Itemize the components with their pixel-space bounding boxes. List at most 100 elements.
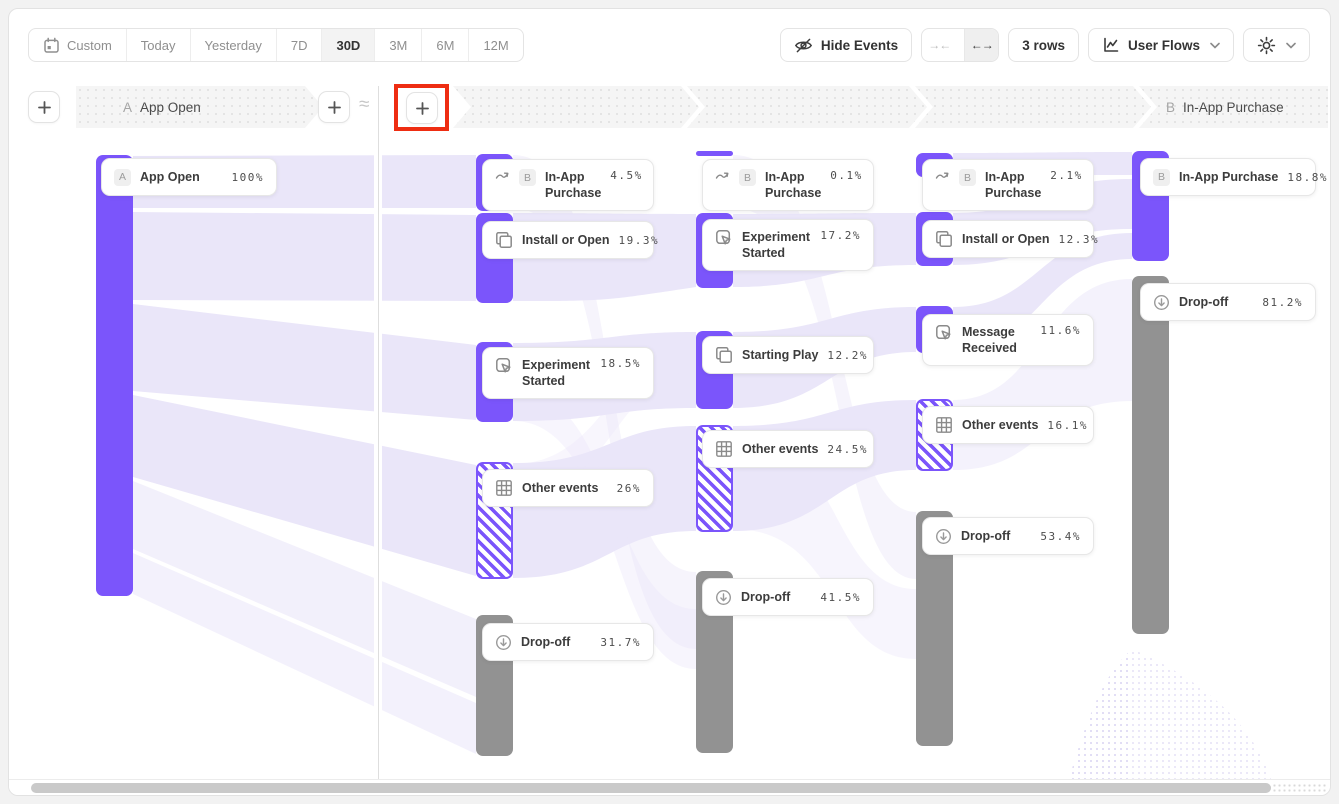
date-range-7d[interactable]: 7D — [277, 29, 323, 61]
flow-node-in-app-purchase[interactable]: BIn-App Purchase0.1% — [702, 159, 874, 211]
add-step-before-button[interactable] — [28, 91, 60, 123]
node-value: 4.5% — [610, 169, 643, 182]
flow-node-experiment-started[interactable]: Experiment Started17.2% — [702, 219, 874, 271]
flow-node-drop-off[interactable]: Drop-off81.2% — [1140, 283, 1316, 321]
node-label: In-App Purchase — [985, 169, 1041, 202]
flow-node-message-received[interactable]: Message Received11.6% — [922, 314, 1094, 366]
step-badge: B — [739, 169, 756, 186]
node-value: 24.5% — [827, 443, 868, 456]
node-label: Drop-off — [961, 528, 1010, 544]
step-band-empty-1[interactable] — [453, 86, 699, 128]
dropoff-icon — [935, 528, 952, 545]
flow-bar-app-open[interactable] — [96, 155, 133, 596]
node-label: Drop-off — [521, 634, 570, 650]
node-value: 17.2% — [820, 229, 861, 242]
date-range-label: 12M — [483, 38, 508, 53]
date-range-label: 7D — [291, 38, 308, 53]
node-value: 31.7% — [600, 636, 641, 649]
node-label: App Open — [140, 169, 200, 185]
node-label: In-App Purchase — [545, 169, 601, 202]
node-value: 16.1% — [1047, 419, 1088, 432]
expand-columns-button[interactable]: ←→ — [964, 29, 998, 61]
annotation-highlight-box — [394, 84, 449, 131]
approx-icon: ≈ — [359, 94, 369, 116]
date-range-3m[interactable]: 3M — [375, 29, 422, 61]
node-value: 53.4% — [1040, 530, 1081, 543]
flow-node-drop-off[interactable]: Drop-off 53.4% — [922, 517, 1094, 555]
flow-node-experiment-started[interactable]: Experiment Started18.5% — [482, 347, 654, 399]
step-header-row: A App Open ≈ B In-App Purchase — [9, 86, 1330, 128]
node-label: Experiment Started — [522, 357, 591, 390]
node-label: Install or Open — [522, 232, 610, 248]
calendar-icon — [43, 37, 60, 54]
step-badge: A — [114, 169, 131, 186]
date-range-30d[interactable]: 30D — [322, 29, 375, 61]
date-range-12m[interactable]: 12M — [469, 29, 522, 61]
flow-node-in-app-purchase[interactable]: BIn-App Purchase2.1% — [922, 159, 1094, 211]
flow-bar-in-app-purchase[interactable] — [696, 151, 733, 156]
add-step-middle-button[interactable] — [318, 91, 350, 123]
date-range-6m[interactable]: 6M — [422, 29, 469, 61]
chevron-down-icon — [1210, 42, 1220, 49]
dropoff-icon — [1153, 294, 1170, 311]
step-band-empty-3[interactable] — [915, 86, 1151, 128]
trend-arrow-icon — [495, 169, 510, 183]
date-range-label: Today — [141, 38, 176, 53]
click-icon — [935, 324, 953, 342]
flow-node-install-or-open[interactable]: Install or Open19.3% — [482, 221, 654, 259]
flow-node-drop-off[interactable]: Drop-off41.5% — [702, 578, 874, 616]
toolbar: Custom Today Yesterday 7D 30D3M6M 12M Hide Ev… — [9, 28, 1330, 62]
node-label: Other events — [962, 417, 1038, 433]
step-label: App Open — [140, 100, 201, 115]
date-range-label: Yesterday — [205, 38, 262, 53]
flow-node-other-events[interactable]: Other events 24.5% — [702, 430, 874, 468]
hide-events-button[interactable]: Hide Events — [780, 28, 912, 62]
trend-arrow-icon — [935, 169, 950, 183]
date-range-custom[interactable]: Custom — [29, 29, 127, 61]
flow-node-other-events[interactable]: Other events 16.1% — [922, 406, 1094, 444]
flow-node-app-open[interactable]: AApp Open100% — [101, 158, 277, 196]
flow-node-install-or-open[interactable]: Install or Open12.3% — [922, 220, 1094, 258]
node-label: Other events — [742, 441, 818, 457]
step-band-app-open[interactable]: A App Open — [76, 86, 323, 128]
date-range-yesterday[interactable]: Yesterday — [191, 29, 277, 61]
node-value: 18.8% — [1287, 171, 1328, 184]
gear-icon — [1257, 36, 1276, 55]
flow-node-in-app-purchase[interactable]: B In-App Purchase 4.5% — [482, 159, 654, 211]
date-range-selector: Custom Today Yesterday 7D 30D3M6M 12M — [28, 28, 524, 62]
collapse-columns-button[interactable]: →← — [922, 29, 956, 61]
settings-button[interactable] — [1243, 28, 1310, 62]
scrollbar-thumb[interactable] — [31, 783, 1271, 793]
flow-bar-drop-off[interactable] — [1132, 276, 1169, 634]
node-label: Starting Play — [742, 347, 818, 363]
node-value: 19.3% — [619, 234, 660, 247]
dropoff-icon — [715, 589, 732, 606]
step-band-in-app-purchase[interactable]: B In-App Purchase — [1139, 86, 1328, 128]
toolbar-right: Hide Events →← ←→ 3 rows User Flows — [780, 28, 1310, 62]
date-range-label: Custom — [67, 38, 112, 53]
node-value: 81.2% — [1262, 296, 1303, 309]
flow-node-starting-play[interactable]: Starting Play12.2% — [702, 336, 874, 374]
date-range-today[interactable]: Today — [127, 29, 191, 61]
step-letter: A — [123, 100, 132, 115]
chevron-down-icon — [1286, 42, 1296, 49]
node-value: 41.5% — [820, 591, 861, 604]
rows-button[interactable]: 3 rows — [1008, 28, 1079, 62]
flow-node-other-events[interactable]: Other events26% — [482, 469, 654, 507]
step-band-empty-2[interactable] — [687, 86, 927, 128]
trend-arrow-icon — [715, 169, 730, 183]
add-step-highlighted-button[interactable] — [406, 92, 438, 124]
layers-icon — [495, 231, 513, 249]
hide-events-label: Hide Events — [821, 38, 898, 53]
flow-node-drop-off[interactable]: Drop-off 31.7% — [482, 623, 654, 661]
grid-icon — [715, 440, 733, 458]
step-badge: B — [1153, 169, 1170, 186]
flow-node-in-app-purchase[interactable]: BIn-App Purchase18.8% — [1140, 158, 1316, 196]
view-selector-button[interactable]: User Flows — [1088, 28, 1234, 62]
node-label: Message Received — [962, 324, 1031, 357]
step-label: In-App Purchase — [1183, 100, 1284, 115]
scrollbar-track-texture — [1272, 783, 1326, 793]
view-selector-label: User Flows — [1128, 38, 1200, 53]
step-badge: B — [519, 169, 536, 186]
horizontal-scrollbar — [9, 779, 1330, 795]
